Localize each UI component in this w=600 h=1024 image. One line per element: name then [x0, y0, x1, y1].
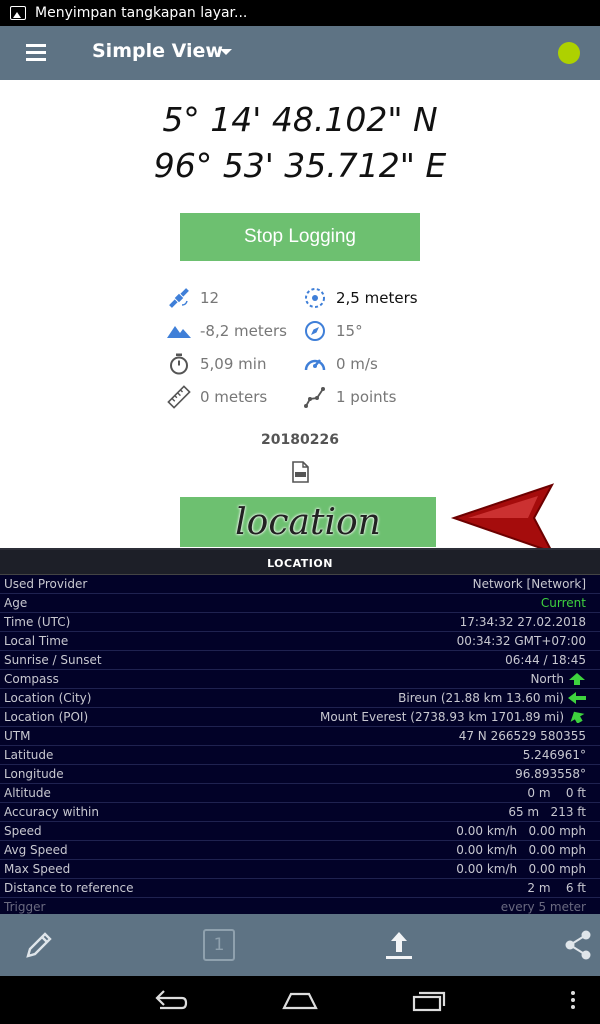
stopwatch-icon	[170, 353, 188, 375]
table-row: Location (POI) Mount Everest (2738.93 km…	[0, 708, 600, 727]
gps-status-indicator	[558, 42, 580, 64]
table-row: Accuracy within 65 m 213 ft	[0, 803, 600, 822]
compass-icon	[305, 321, 325, 341]
table-row: Location (City) Bireun (21.88 km 13.60 m…	[0, 689, 600, 708]
table-row: Speed 0.00 km/h 0.00 mph	[0, 822, 600, 841]
menu-icon[interactable]	[26, 44, 46, 62]
app-bar: Simple View	[0, 26, 600, 80]
upload-icon[interactable]	[382, 928, 416, 962]
pencil-icon[interactable]	[22, 928, 56, 962]
system-nav-bar	[0, 976, 600, 1024]
satellite-icon	[169, 288, 189, 308]
stat-satellites: 12	[166, 286, 219, 310]
arrow-left-icon	[568, 692, 586, 704]
longitude-display: 96° 53' 35.712" E	[153, 146, 447, 185]
latitude-display: 5° 14' 48.102" N	[162, 100, 438, 139]
page-number-button[interactable]: 1	[203, 929, 235, 961]
log-file-name: 20180226	[261, 432, 339, 448]
screenshot-icon	[10, 6, 26, 20]
share-icon[interactable]	[562, 928, 596, 962]
speedometer-icon	[304, 359, 326, 371]
points-value: 1 points	[336, 388, 397, 406]
annotation-arrow-icon	[450, 483, 555, 554]
arrow-up-icon	[569, 673, 585, 685]
location-panel-header: LOCATION	[0, 548, 600, 575]
bottom-toolbar: 1	[0, 914, 600, 976]
stat-points: 1 points	[302, 385, 396, 409]
table-row: Max Speed 0.00 km/h 0.00 mph	[0, 860, 600, 879]
table-row: Local Time 00:34:32 GMT+07:00	[0, 632, 600, 651]
altitude-value: -8,2 meters	[200, 322, 287, 340]
table-row: Compass North	[0, 670, 600, 689]
table-row: Trigger every 5 meter	[0, 898, 600, 914]
table-row: Used Provider Network [Network]	[0, 575, 600, 594]
status-bar: Menyimpan tangkapan layar...	[0, 0, 600, 26]
table-row: Age Current	[0, 594, 600, 613]
stat-altitude: -8,2 meters	[166, 319, 287, 343]
speed-value: 0 m/s	[336, 355, 378, 373]
chevron-down-icon[interactable]	[220, 49, 232, 55]
ruler-icon	[167, 385, 191, 409]
track-points-icon	[304, 387, 325, 408]
table-row: Sunrise / Sunset 06:44 / 18:45	[0, 651, 600, 670]
bearing-value: 15°	[336, 322, 363, 340]
table-row: Longitude 96.893558°	[0, 765, 600, 784]
table-row: UTM 47 N 266529 580355	[0, 727, 600, 746]
stat-speed: 0 m/s	[302, 352, 378, 376]
stat-bearing: 15°	[302, 319, 363, 343]
table-row: Altitude 0 m 0 ft	[0, 784, 600, 803]
file-icon[interactable]	[289, 460, 311, 484]
stop-logging-button[interactable]: Stop Logging	[180, 213, 420, 261]
more-options-icon[interactable]	[566, 988, 580, 1012]
back-icon[interactable]	[152, 988, 190, 1012]
recent-apps-icon[interactable]	[410, 988, 448, 1012]
status-notification: Menyimpan tangkapan layar...	[35, 5, 248, 21]
stat-duration: 5,09 min	[166, 352, 266, 376]
stat-distance: 0 meters	[166, 385, 267, 409]
mountain-icon	[167, 326, 191, 338]
satellites-value: 12	[200, 289, 220, 307]
accuracy-value: 2,5 meters	[336, 289, 418, 307]
location-panel[interactable]: LOCATION Used Provider Network [Network] …	[0, 548, 600, 914]
stat-accuracy: 2,5 meters	[302, 286, 418, 310]
duration-value: 5,09 min	[200, 355, 267, 373]
arrow-up-left-icon	[570, 711, 585, 723]
accuracy-icon	[305, 288, 325, 308]
location-annotation-label: location	[180, 497, 436, 547]
table-row: Latitude 5.246961°	[0, 746, 600, 765]
view-title[interactable]: Simple View	[92, 40, 223, 62]
distance-value: 0 meters	[200, 388, 268, 406]
home-icon[interactable]	[281, 988, 319, 1012]
table-row: Time (UTC) 17:34:32 27.02.2018	[0, 613, 600, 632]
table-row: Distance to reference 2 m 6 ft	[0, 879, 600, 898]
table-row: Avg Speed 0.00 km/h 0.00 mph	[0, 841, 600, 860]
